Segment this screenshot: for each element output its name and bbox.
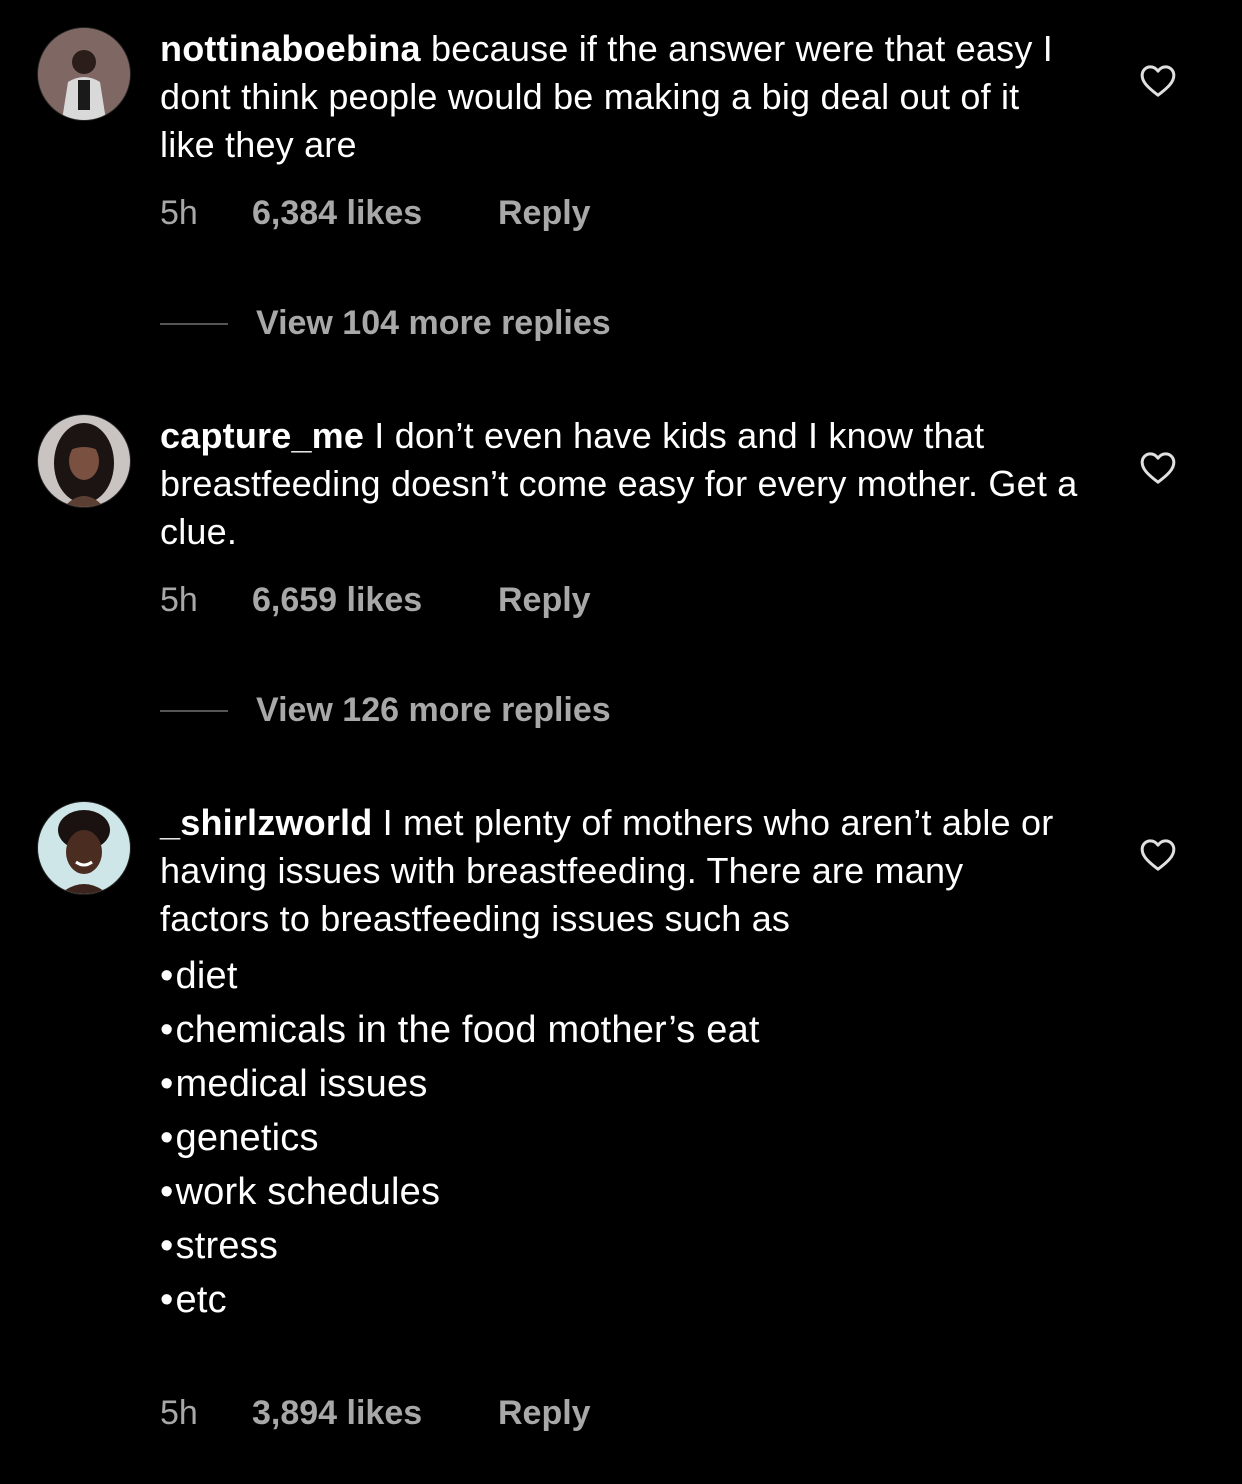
list-item: medical issues: [160, 1057, 1080, 1111]
divider: [160, 709, 228, 712]
list-item: chemicals in the food mother’s eat: [160, 1003, 1080, 1057]
list-item: diet: [160, 949, 1080, 1003]
avatar[interactable]: [38, 802, 130, 894]
reply-button[interactable]: Reply: [498, 194, 591, 233]
list-item: work schedules: [160, 1165, 1080, 1219]
like-heart-icon[interactable]: [1138, 835, 1178, 875]
view-replies-label: View 104 more replies: [256, 304, 611, 342]
comment-meta: 5h 6,384 likes Reply: [160, 194, 591, 233]
username[interactable]: capture_me: [160, 415, 364, 456]
divider: [160, 322, 228, 325]
likes-count[interactable]: 6,659 likes: [252, 581, 498, 620]
view-replies-button[interactable]: View 104 more replies: [160, 304, 611, 343]
comment-meta: 5h 3,894 likes Reply: [160, 1394, 591, 1433]
username[interactable]: _shirlzworld: [160, 802, 372, 843]
like-heart-icon[interactable]: [1138, 61, 1178, 101]
list-item: stress: [160, 1219, 1080, 1273]
avatar[interactable]: [38, 415, 130, 507]
comment-text: nottinaboebina because if the answer wer…: [160, 25, 1080, 169]
list-item: genetics: [160, 1111, 1080, 1165]
comment-meta: 5h 6,659 likes Reply: [160, 581, 591, 620]
view-replies-label: View 126 more replies: [256, 691, 611, 729]
list-item: etc: [160, 1273, 1080, 1327]
likes-count[interactable]: 6,384 likes: [252, 194, 498, 233]
likes-count[interactable]: 3,894 likes: [252, 1394, 498, 1433]
reply-button[interactable]: Reply: [498, 581, 591, 620]
timestamp: 5h: [160, 581, 198, 619]
comment-text: capture_me I don’t even have kids and I …: [160, 412, 1080, 556]
comment-text: _shirlzworld I met plenty of mothers who…: [160, 799, 1080, 1327]
reply-button[interactable]: Reply: [498, 1394, 591, 1433]
bullet-list: diet chemicals in the food mother’s eat …: [160, 949, 1080, 1327]
timestamp: 5h: [160, 194, 198, 232]
view-replies-button[interactable]: View 126 more replies: [160, 691, 611, 730]
timestamp: 5h: [160, 1394, 198, 1432]
avatar[interactable]: [38, 28, 130, 120]
like-heart-icon[interactable]: [1138, 448, 1178, 488]
username[interactable]: nottinaboebina: [160, 28, 421, 69]
